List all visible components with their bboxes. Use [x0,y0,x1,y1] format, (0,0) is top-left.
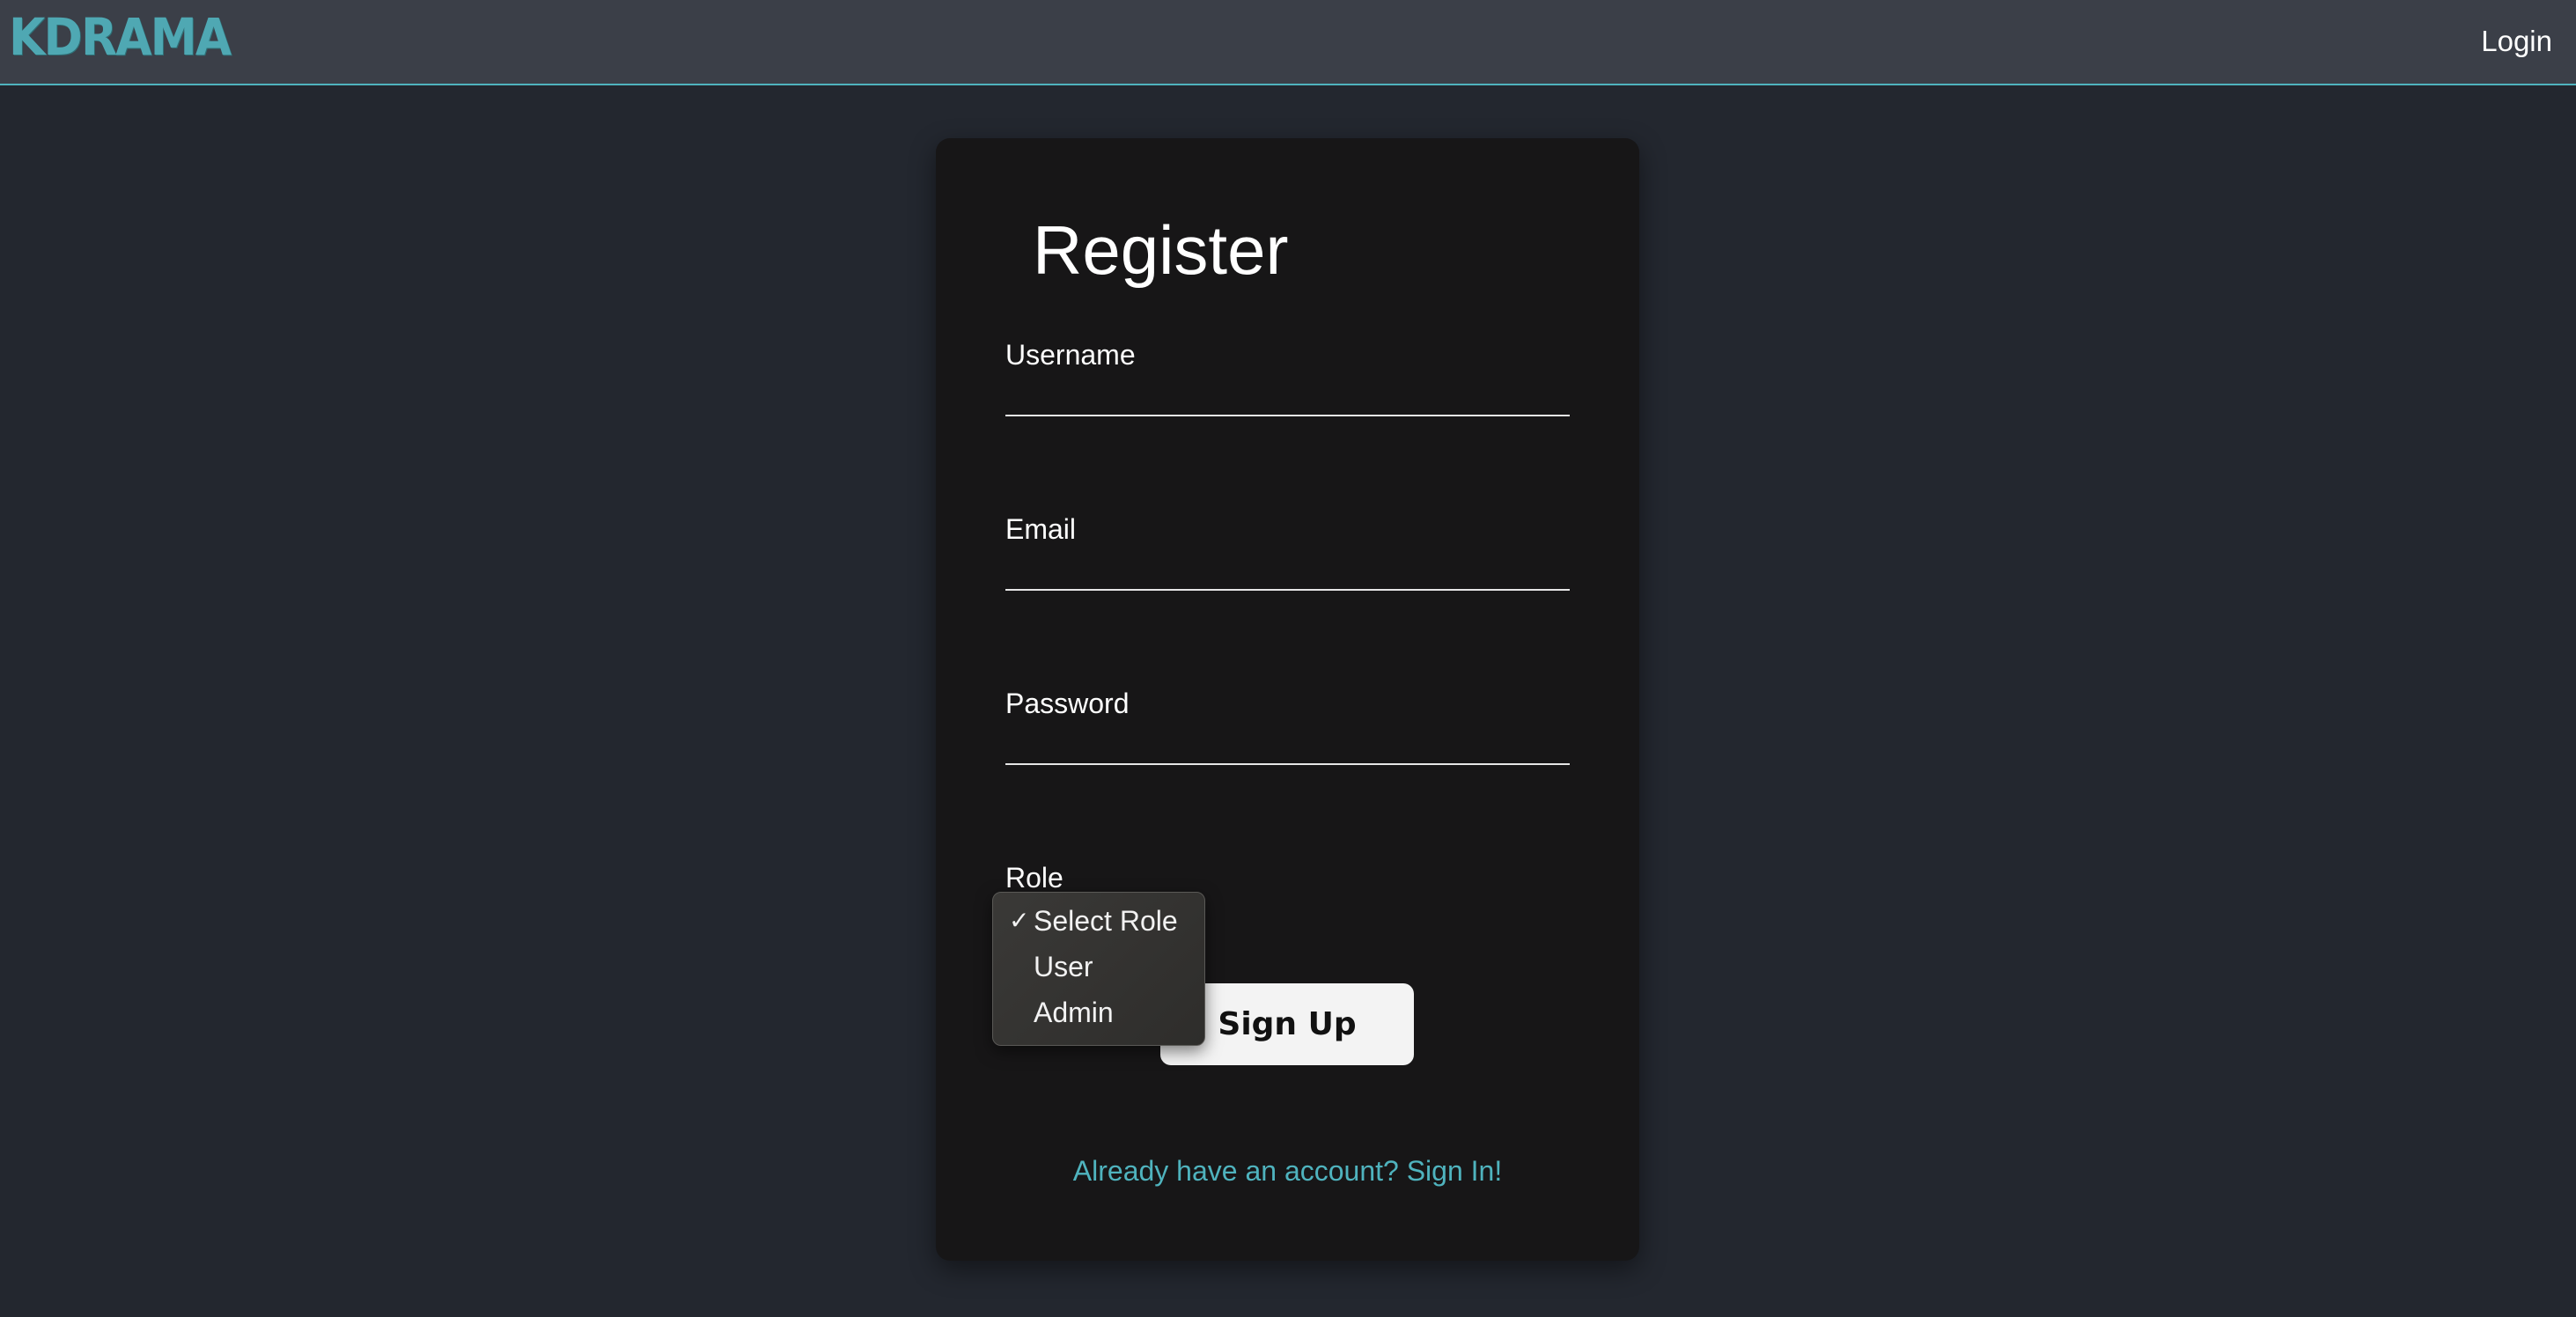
role-option-admin[interactable]: Admin [993,995,1204,1041]
register-card: Register Username Email Password Role Si… [936,138,1639,1261]
role-option-select-role[interactable]: ✓ Select Role [993,903,1204,949]
top-navbar: KDRAMA Login [0,0,2576,85]
page-title: Register [1033,211,1289,289]
role-select-dropdown[interactable]: ✓ Select Role User Admin [992,892,1205,1046]
nav-login-link[interactable]: Login [2481,25,2552,58]
checkmark-icon: ✓ [1009,907,1030,934]
password-field[interactable] [1005,712,1570,765]
brand-logo[interactable]: KDRAMA [9,7,232,67]
role-label: Role [1005,862,1064,894]
role-option-user[interactable]: User [993,949,1204,995]
sign-in-link[interactable]: Already have an account? Sign In! [936,1155,1639,1188]
username-field[interactable] [1005,364,1570,416]
role-option-label: Select Role [1034,905,1178,937]
email-field[interactable] [1005,538,1570,591]
role-option-label: User [1034,951,1093,982]
role-option-label: Admin [1034,997,1114,1028]
